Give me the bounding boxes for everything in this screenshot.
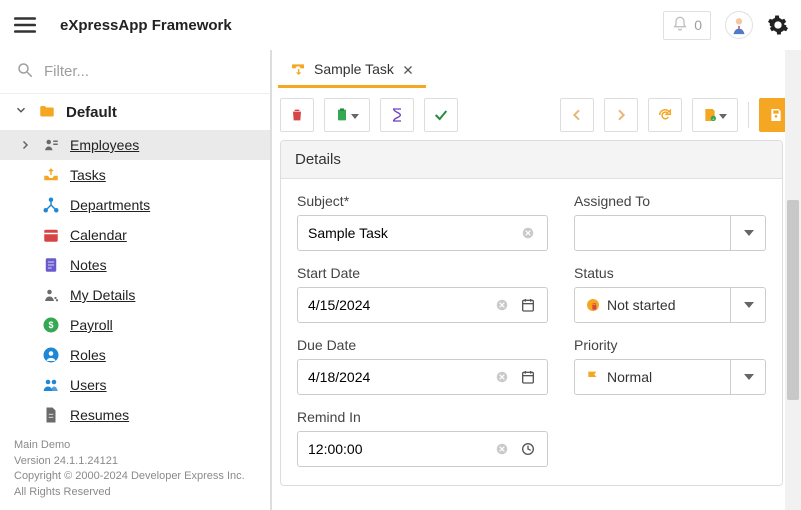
remind-in-label: Remind In (297, 409, 548, 425)
settings-gear-icon[interactable] (767, 14, 789, 36)
priority-select[interactable]: Normal (574, 359, 766, 395)
next-button[interactable] (604, 98, 638, 132)
subject-input[interactable] (297, 215, 548, 251)
clock-icon[interactable] (515, 436, 541, 462)
people-icon (42, 376, 60, 394)
app-title: eXpressApp Framework (60, 17, 663, 34)
filter-input[interactable] (44, 63, 254, 80)
flag-icon (585, 369, 601, 385)
due-date-input[interactable] (297, 359, 548, 395)
sidebar-item-label: My Details (70, 287, 135, 303)
assigned-to-select[interactable] (574, 215, 766, 251)
notification-count: 0 (694, 17, 702, 33)
delete-button[interactable] (280, 98, 314, 132)
note-icon (42, 256, 60, 274)
assigned-to-label: Assigned To (574, 193, 766, 209)
refresh-button[interactable] (648, 98, 682, 132)
start-date-label: Start Date (297, 265, 548, 281)
task-tray-icon (42, 166, 60, 184)
person-circle-icon (42, 346, 60, 364)
sidebar-item-departments[interactable]: Departments (0, 190, 270, 220)
subject-label: Subject* (297, 193, 548, 209)
dropdown-icon[interactable] (730, 359, 766, 395)
sidebar-item-label: Resumes (70, 407, 129, 423)
status-select[interactable]: Not started (574, 287, 766, 323)
sidebar-item-users[interactable]: Users (0, 370, 270, 400)
save-options-split-button[interactable]: + (692, 98, 738, 132)
scrollbar-track[interactable] (785, 50, 801, 510)
chevron-down-icon (14, 103, 28, 121)
notifications-button[interactable]: 0 (663, 11, 711, 40)
status-label: Status (574, 265, 766, 281)
remind-in-input[interactable] (297, 431, 548, 467)
tab-close-icon[interactable] (402, 63, 414, 75)
clear-icon[interactable] (489, 292, 515, 318)
toolbar-separator (748, 102, 749, 128)
sidebar-item-label: Roles (70, 347, 106, 363)
filter-row (0, 50, 270, 94)
sidebar-item-label: Notes (70, 257, 107, 273)
clear-icon[interactable] (489, 436, 515, 462)
sidebar-item-label: Calendar (70, 227, 127, 243)
hourglass-button[interactable] (380, 98, 414, 132)
tab-title: Sample Task (314, 61, 394, 77)
hamburger-icon[interactable] (12, 12, 38, 38)
sidebar-item-resumes[interactable]: Resumes (0, 400, 270, 430)
sidebar-item-label: Users (70, 377, 107, 393)
sidebar-item-roles[interactable]: Roles (0, 340, 270, 370)
folder-icon (38, 103, 56, 121)
sidebar-item-my-details[interactable]: My Details (0, 280, 270, 310)
calendar-icon (42, 226, 60, 244)
sidebar-item-calendar[interactable]: Calendar (0, 220, 270, 250)
prev-button[interactable] (560, 98, 594, 132)
sidebar-item-label: Departments (70, 197, 150, 213)
clear-icon[interactable] (515, 220, 541, 246)
clipboard-split-button[interactable] (324, 98, 370, 132)
bell-icon (672, 16, 688, 35)
sidebar-item-label: Employees (70, 137, 139, 153)
calendar-icon[interactable] (515, 364, 541, 390)
tab-sample-task[interactable]: Sample Task (278, 52, 426, 88)
sidebar-footer: Main Demo Version 24.1.1.24121 Copyright… (0, 432, 270, 510)
dropdown-icon[interactable] (730, 215, 766, 251)
scrollbar-thumb[interactable] (787, 200, 799, 400)
sidebar-item-payroll[interactable]: $ Payroll (0, 310, 270, 340)
person-card-icon (42, 136, 60, 154)
sidebar-item-tasks[interactable]: Tasks (0, 160, 270, 190)
start-date-input[interactable] (297, 287, 548, 323)
due-date-label: Due Date (297, 337, 548, 353)
nodes-icon (42, 196, 60, 214)
person-dots-icon (42, 286, 60, 304)
panel-title: Details (281, 141, 782, 179)
sidebar-item-label: Payroll (70, 317, 113, 333)
sidebar-item-notes[interactable]: Notes (0, 250, 270, 280)
search-icon (16, 61, 34, 82)
document-icon (42, 406, 60, 424)
task-tray-icon (290, 61, 306, 77)
sidebar-item-label: Tasks (70, 167, 106, 183)
status-icon (585, 297, 601, 313)
confirm-button[interactable] (424, 98, 458, 132)
chevron-right-icon (18, 139, 32, 151)
dollar-circle-icon: $ (42, 316, 60, 334)
clear-icon[interactable] (489, 364, 515, 390)
calendar-icon[interactable] (515, 292, 541, 318)
sidebar-item-employees[interactable]: Employees (0, 130, 270, 160)
priority-label: Priority (574, 337, 766, 353)
dropdown-icon[interactable] (730, 287, 766, 323)
user-avatar[interactable] (725, 11, 753, 39)
nav-group-default[interactable]: Default (0, 94, 270, 130)
nav-group-label: Default (66, 104, 117, 121)
svg-text:$: $ (48, 320, 53, 330)
